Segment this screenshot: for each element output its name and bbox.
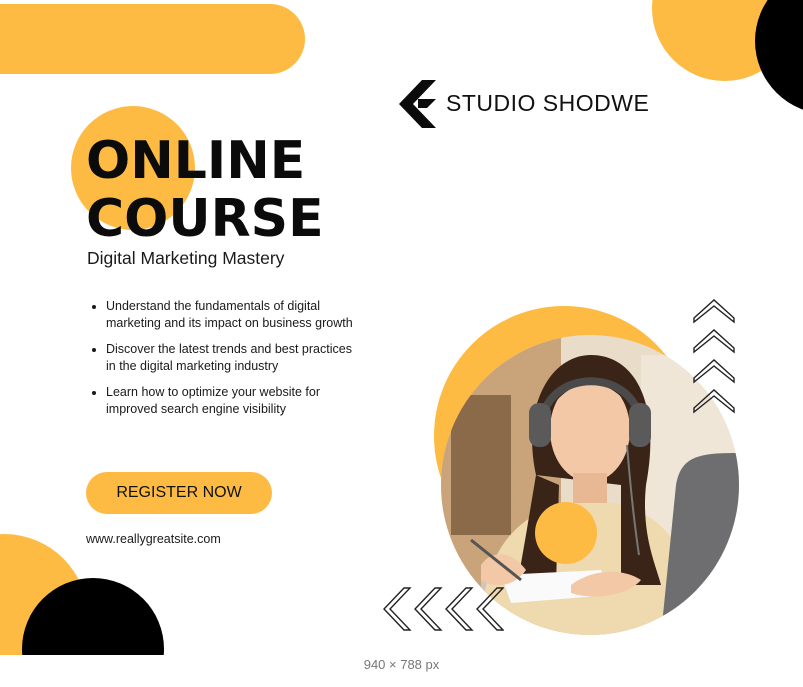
website-link[interactable]: www.reallygreatsite.com — [86, 532, 221, 546]
course-subtitle: Digital Marketing Mastery — [87, 248, 285, 268]
title-line-course: COURSE — [86, 189, 324, 249]
benefit-item: Understand the fundamentals of digital m… — [106, 298, 361, 332]
poster-canvas: STUDIO SHODWE ONLINE COURSE Digital Mark… — [0, 0, 803, 655]
benefits-list: Understand the fundamentals of digital m… — [88, 298, 361, 427]
photo-accent-circle — [535, 502, 597, 564]
register-now-button[interactable]: REGISTER NOW — [86, 472, 272, 514]
benefit-item: Discover the latest trends and best prac… — [106, 341, 361, 375]
stylized-f-logo-icon — [399, 80, 436, 128]
brand-name: STUDIO SHODWE — [446, 90, 650, 116]
top-right-black-circle — [755, 0, 803, 114]
top-yellow-pill — [0, 4, 305, 74]
image-size-caption: 940 × 788 px — [363, 657, 440, 672]
title-line-online: ONLINE — [86, 131, 306, 191]
chevron-up-icon — [693, 299, 735, 414]
benefit-item: Learn how to optimize your website for i… — [106, 384, 361, 418]
chevron-left-icon — [383, 587, 504, 631]
